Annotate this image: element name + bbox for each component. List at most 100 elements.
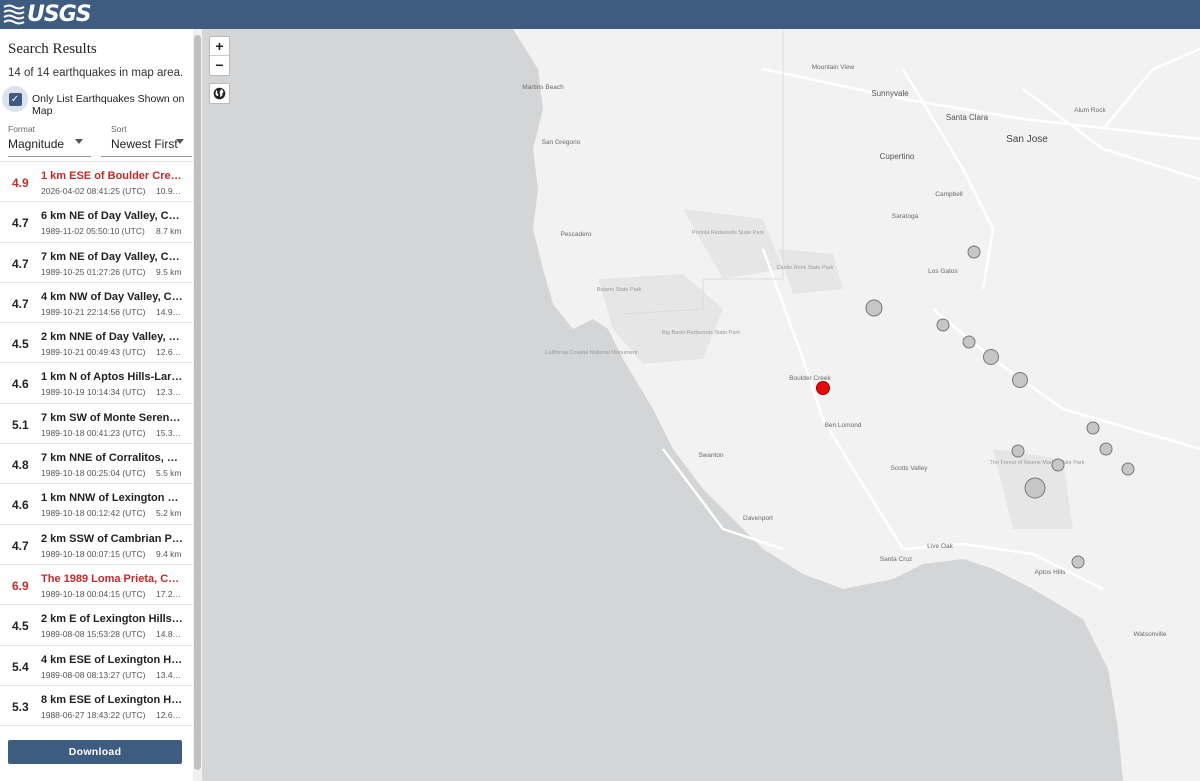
earthquake-map[interactable]: Mountain View Sunnyvale Santa Clara San … xyxy=(203,29,1200,781)
format-label: Format xyxy=(8,124,35,134)
earthquake-list-item[interactable]: 4.7 7 km NE of Day Valley, California 1989… xyxy=(0,243,193,283)
event-time: 1989-10-18 00:04:15 (UTC) xyxy=(41,588,146,599)
earthquake-marker[interactable] xyxy=(936,318,950,332)
place-name: 4 km NW of Day Valley, California xyxy=(41,290,183,303)
event-time: 2026-04-02 08:41:25 (UTC) xyxy=(41,186,146,196)
place-name: 4 km ESE of Lexington Hills, California xyxy=(41,653,183,666)
magnitude: 4.7 xyxy=(12,216,29,231)
earthquake-list-item[interactable]: 4.9 1 km ESE of Boulder Creek, California… xyxy=(0,162,193,203)
magnitude: 4.7 xyxy=(12,256,29,271)
earthquake-marker[interactable] xyxy=(1086,421,1100,435)
park-label: The Forest of Nisene Marks State Park xyxy=(989,460,1084,466)
event-depth: 15.3 km xyxy=(156,427,183,438)
scrollbar-thumb[interactable] xyxy=(194,35,201,770)
format-select[interactable]: Format Magnitude xyxy=(8,124,91,157)
earthquake-list: 4.9 1 km ESE of Boulder Creek, California… xyxy=(0,161,193,727)
place-label: San Jose xyxy=(1006,134,1048,145)
place-label: Davenport xyxy=(743,515,773,522)
place-label: Pescadero xyxy=(560,231,591,238)
earthquake-list-item[interactable]: 5.4 4 km ESE of Lexington Hills, Californ… xyxy=(0,646,193,686)
place-name: 8 km ESE of Lexington Hills, California xyxy=(41,693,183,706)
earthquake-list-item[interactable]: 4.7 4 km NW of Day Valley, California 1989… xyxy=(0,283,193,324)
land-area xyxy=(513,29,1200,781)
earthquake-marker[interactable] xyxy=(1051,458,1065,472)
place-name: 7 km NE of Day Valley, California xyxy=(41,250,183,263)
earthquake-marker[interactable] xyxy=(1011,444,1025,458)
earthquake-list-item[interactable]: 5.1 7 km SW of Monte Sereno, California 19… xyxy=(0,404,193,445)
place-name: 1 km NNW of Lexington Hills, California xyxy=(41,492,183,505)
magnitude: 4.9 xyxy=(12,176,29,190)
place-name: 1 km ESE of Boulder Creek, California xyxy=(41,170,183,182)
top-bar: USGS xyxy=(0,0,1200,29)
logo-text: USGS xyxy=(27,1,92,27)
sidebar-scrollbar[interactable] xyxy=(193,29,202,781)
earthquake-list-item[interactable]: 4.7 2 km SSW of Cambrian Park, California… xyxy=(0,525,193,565)
earthquake-list-item[interactable]: 4.8 7 km NNE of Corralitos, California 198… xyxy=(0,444,193,485)
earthquake-list-item[interactable]: 6.9 The 1989 Loma Prieta, California Eart… xyxy=(0,565,193,606)
zoom-out-button[interactable]: − xyxy=(210,56,229,75)
place-label: Martins Beach xyxy=(522,84,564,91)
event-time: 1989-11-02 05:50:10 (UTC) xyxy=(41,226,145,237)
park-label: Butano State Park xyxy=(597,287,642,293)
earthquake-marker[interactable] xyxy=(865,299,883,317)
event-depth: 8.7 km xyxy=(156,226,182,237)
place-label: Swanton xyxy=(698,452,724,459)
event-time: 1989-10-21 22:14:56 (UTC) xyxy=(41,306,146,317)
earthquake-marker[interactable] xyxy=(983,349,999,365)
event-depth: 12.3 km xyxy=(156,387,183,398)
earthquake-marker[interactable] xyxy=(967,245,981,259)
earthquake-marker[interactable] xyxy=(1121,462,1135,476)
sort-label: Sort xyxy=(111,124,127,134)
place-label: Aptos Hills xyxy=(1035,569,1066,576)
magnitude: 4.7 xyxy=(12,538,29,553)
place-name: 7 km NNE of Corralitos, California xyxy=(41,452,183,465)
magnitude: 4.6 xyxy=(12,498,29,513)
earthquake-marker[interactable] xyxy=(1012,372,1028,388)
earthquake-list-item[interactable]: 5.3 8 km ESE of Lexington Hills, Californ… xyxy=(0,686,193,727)
earthquake-list-item[interactable]: 4.6 1 km N of Aptos Hills-Larkin Valley, … xyxy=(0,363,193,404)
earthquake-marker[interactable] xyxy=(1071,555,1085,569)
place-name: 1 km N of Aptos Hills-Larkin Valley, CA xyxy=(41,371,183,384)
place-name: 7 km SW of Monte Sereno, California xyxy=(41,411,183,424)
place-label: Sunnyvale xyxy=(871,89,909,98)
earthquake-marker[interactable] xyxy=(962,335,976,349)
magnitude: 6.9 xyxy=(12,578,29,593)
place-label: Campbell xyxy=(935,191,963,198)
only-list-checkbox[interactable]: ✓ xyxy=(2,86,28,112)
zoom-in-button[interactable]: + xyxy=(210,37,229,56)
results-count: 14 of 14 earthquakes in map area. xyxy=(8,67,184,79)
magnitude: 5.4 xyxy=(12,659,29,674)
chevron-down-icon xyxy=(75,139,83,144)
magnitude: 4.8 xyxy=(12,458,29,473)
event-depth: 17.2 km xyxy=(156,588,183,599)
earthquake-list-item[interactable]: 4.6 1 km NNW of Lexington Hills, Californ… xyxy=(0,484,193,525)
earthquake-list-item[interactable]: 4.7 6 km NE of Day Valley, California 1989… xyxy=(0,202,193,243)
earthquake-marker[interactable] xyxy=(1024,477,1046,499)
place-name: 2 km NNE of Day Valley, California xyxy=(41,331,183,344)
usgs-logo[interactable]: USGS xyxy=(3,1,92,27)
park-label: California Coastal National Monument xyxy=(545,350,638,356)
event-depth: 12.6 km xyxy=(156,709,183,720)
place-label: Live Oak xyxy=(927,543,953,550)
place-name: The 1989 Loma Prieta, California Earthqu… xyxy=(41,572,183,585)
only-list-label[interactable]: Only List Earthquakes Shown on Map xyxy=(32,93,202,117)
panel-title: Search Results xyxy=(8,41,97,57)
download-button[interactable]: Download xyxy=(8,740,182,764)
place-name: 6 km NE of Day Valley, California xyxy=(41,210,183,223)
earthquake-marker-highlighted[interactable] xyxy=(816,381,830,395)
place-label: Alum Rock xyxy=(1074,107,1106,114)
place-label: Cupertino xyxy=(880,152,915,161)
sort-select[interactable]: Sort Newest First xyxy=(101,124,192,157)
layers-button[interactable] xyxy=(209,83,230,104)
earthquake-list-item[interactable]: 4.5 2 km E of Lexington Hills, California… xyxy=(0,605,193,646)
magnitude: 4.7 xyxy=(12,296,29,311)
event-time: 1988-06-27 18:43:22 (UTC) xyxy=(41,709,146,720)
event-depth: 13.4 km xyxy=(156,669,183,680)
magnitude: 4.5 xyxy=(12,619,29,634)
earthquake-list-item[interactable]: 4.5 2 km NNE of Day Valley, California 198… xyxy=(0,323,193,364)
map-canvas[interactable]: Mountain View Sunnyvale Santa Clara San … xyxy=(203,29,1200,781)
event-time: 1989-10-18 00:07:15 (UTC) xyxy=(41,548,146,559)
earthquake-marker[interactable] xyxy=(1099,442,1113,456)
park-label: Big Basin Redwoods State Park xyxy=(662,330,740,336)
park-label: Castle Rock State Park xyxy=(777,265,834,271)
